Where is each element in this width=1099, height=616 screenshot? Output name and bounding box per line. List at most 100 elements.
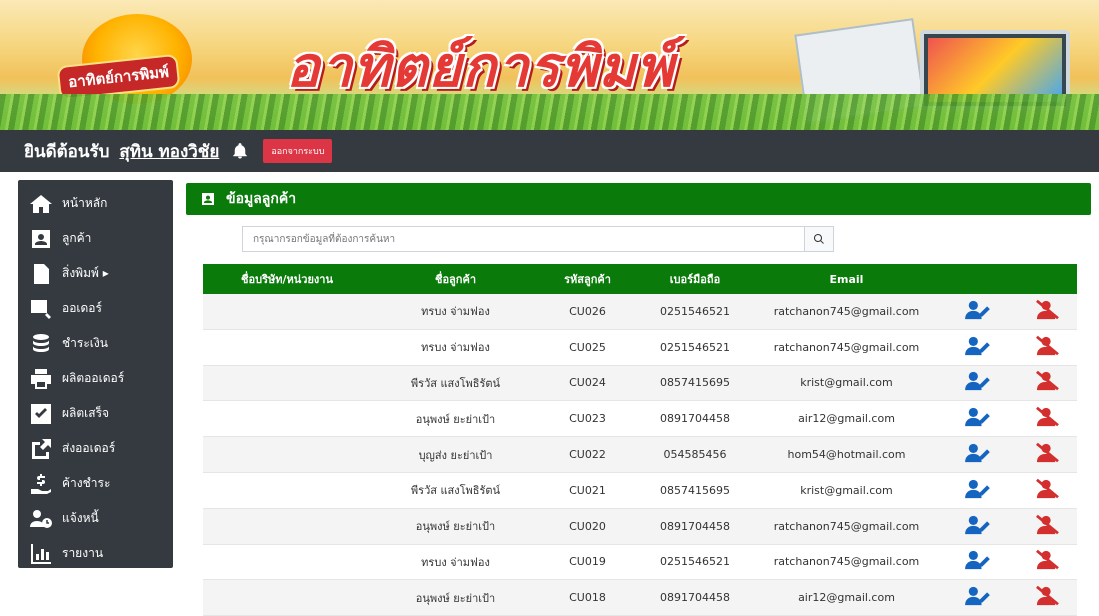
sidebar-item-label: สิ่งพิมพ์ ▸	[62, 266, 109, 280]
delete-user-icon[interactable]	[1034, 514, 1060, 539]
delete-button[interactable]	[1016, 406, 1077, 431]
edit-user-icon[interactable]	[964, 549, 990, 574]
edit-user-icon[interactable]	[964, 406, 990, 431]
edit-button[interactable]	[938, 549, 1016, 574]
cell-phone: 0857415695	[660, 376, 730, 390]
table-row: บุญส่ง ยะย่าเป้า CU022 054585456 hom54@hotm…	[203, 437, 1077, 473]
sidebar-item-overdue[interactable]: ค้างชำระ	[18, 466, 173, 501]
logout-button[interactable]: ออกจากระบบ	[263, 139, 333, 163]
bar-chart-icon	[26, 541, 56, 567]
table-row: ทรบง จ่ามฟอง CU025 0251546521 ratchanon745@…	[203, 330, 1077, 366]
table-row: อนุพงษ์ ยะย่าเป้า CU020 0891704458 ratchano…	[203, 508, 1077, 545]
delete-user-icon[interactable]	[1034, 299, 1060, 324]
cell-email: krist@gmail.com	[800, 376, 893, 390]
edit-user-icon[interactable]	[964, 299, 990, 324]
delete-user-icon[interactable]	[1034, 585, 1060, 610]
table-header: ชื่อบริษัท/หน่วยงาน ชื่อลูกค้า รหัสลูกค้…	[203, 264, 1077, 294]
cell-email: air12@gmail.com	[798, 412, 895, 426]
column-header-email: Email	[829, 272, 864, 286]
cell-customer-id: CU022	[569, 448, 606, 462]
column-header-company: ชื่อบริษัท/หน่วยงาน	[241, 273, 333, 286]
edit-button[interactable]	[938, 299, 1016, 324]
edit-user-icon[interactable]	[964, 335, 990, 360]
delete-user-icon[interactable]	[1034, 549, 1060, 574]
cell-email: ratchanon745@gmail.com	[773, 304, 920, 318]
search-input[interactable]	[242, 226, 804, 252]
customer-card-icon	[26, 226, 56, 252]
cell-name: พีรวัส แสงโพธิรัตน์	[410, 376, 501, 390]
sidebar-item-done[interactable]: ผลิตเสร็จ	[18, 396, 173, 431]
delete-user-icon[interactable]	[1034, 478, 1060, 503]
delete-button[interactable]	[1016, 549, 1077, 574]
cell-phone: 0857415695	[660, 483, 730, 497]
sidebar-item-home[interactable]: หน้าหลัก	[18, 186, 173, 221]
cell-name: ทรบง จ่ามฟอง	[421, 555, 490, 569]
delete-button[interactable]	[1016, 585, 1077, 610]
customer-card-icon	[202, 193, 214, 205]
table-row: พีรวัส แสงโพธิรัตน์ CU024 0857415695 krist@…	[203, 365, 1077, 402]
edit-button[interactable]	[938, 406, 1016, 431]
bell-icon[interactable]	[231, 142, 249, 160]
cell-phone: 054585456	[663, 448, 727, 462]
cell-name: อนุพงษ์ ยะย่าเป้า	[415, 591, 496, 605]
edit-user-icon[interactable]	[964, 442, 990, 467]
username-link[interactable]: สุทิน ทองวิชัย	[119, 138, 219, 165]
sidebar-item-payment[interactable]: ชำระเงิน	[18, 326, 173, 361]
cell-phone: 0891704458	[660, 412, 730, 426]
money-hand-icon	[26, 471, 56, 497]
order-chart-icon	[26, 296, 56, 322]
delete-user-icon[interactable]	[1034, 370, 1060, 395]
edit-button[interactable]	[938, 335, 1016, 360]
edit-user-icon[interactable]	[964, 370, 990, 395]
delete-button[interactable]	[1016, 335, 1077, 360]
edit-user-icon[interactable]	[964, 585, 990, 610]
cell-phone: 0891704458	[660, 519, 730, 533]
cell-name: อนุพงษ์ ยะย่าเป้า	[415, 520, 496, 534]
column-header-phone: เบอร์มือถือ	[669, 273, 721, 286]
table-row: อนุพงษ์ ยะย่าเป้า CU023 0891704458 air12@gm…	[203, 401, 1077, 438]
edit-button[interactable]	[938, 514, 1016, 539]
sidebar-item-label: ชำระเงิน	[62, 336, 108, 350]
sidebar-item-invoice[interactable]: แจ้งหนี้	[18, 501, 173, 536]
cell-name: ทรบง จ่ามฟอง	[421, 341, 490, 355]
header-banner: อาทิตย์การพิมพ์ อาทิตย์การพิมพ์	[0, 0, 1099, 130]
welcome-text: ยินดีต้อนรับ	[24, 141, 110, 162]
delete-button[interactable]	[1016, 299, 1077, 324]
delete-button[interactable]	[1016, 370, 1077, 395]
edit-button[interactable]	[938, 478, 1016, 503]
sidebar-item-report[interactable]: รายงาน	[18, 536, 173, 571]
sidebar-item-label: ผลิตเสร็จ	[62, 406, 110, 420]
cell-phone: 0251546521	[660, 555, 730, 569]
table-row: พีรวัส แสงโพธิรัตน์ CU021 0857415695 krist@…	[203, 473, 1077, 509]
edit-user-icon[interactable]	[964, 514, 990, 539]
column-header-id: รหัสลูกค้า	[564, 273, 611, 286]
edit-button[interactable]	[938, 442, 1016, 467]
search-button[interactable]	[804, 226, 834, 252]
table-row: อนุพงษ์ ยะย่าเป้า CU018 0891704458 air12@gm…	[203, 580, 1077, 616]
user-clock-icon	[26, 506, 56, 532]
delete-button[interactable]	[1016, 478, 1077, 503]
sidebar-item-print[interactable]: สิ่งพิมพ์ ▸	[18, 256, 173, 291]
edit-button[interactable]	[938, 370, 1016, 395]
delete-button[interactable]	[1016, 514, 1077, 539]
grass-decoration	[0, 94, 1099, 130]
sidebar-item-label: ออเดอร์	[62, 301, 102, 315]
sidebar-item-produce[interactable]: ผลิตออเดอร์	[18, 361, 173, 396]
sidebar-item-order[interactable]: ออเดอร์	[18, 291, 173, 326]
customer-table: ชื่อบริษัท/หน่วยงาน ชื่อลูกค้า รหัสลูกค้…	[203, 264, 1077, 616]
delete-user-icon[interactable]	[1034, 442, 1060, 467]
sidebar-item-label: ลูกค้า	[62, 231, 92, 245]
edit-user-icon[interactable]	[964, 478, 990, 503]
check-icon	[26, 401, 56, 427]
edit-button[interactable]	[938, 585, 1016, 610]
cell-customer-id: CU026	[569, 304, 606, 318]
home-icon	[26, 191, 56, 217]
delete-user-icon[interactable]	[1034, 406, 1060, 431]
sidebar-item-ship[interactable]: ส่งออเดอร์	[18, 431, 173, 466]
delete-user-icon[interactable]	[1034, 335, 1060, 360]
sidebar-item-label: รายงาน	[62, 546, 104, 560]
sidebar-item-customer[interactable]: ลูกค้า	[18, 221, 173, 256]
table-row: ทรบง จ่ามฟอง CU019 0251546521 ratchanon745@…	[203, 545, 1077, 581]
delete-button[interactable]	[1016, 442, 1077, 467]
cell-name: อนุพงษ์ ยะย่าเป้า	[415, 412, 496, 426]
